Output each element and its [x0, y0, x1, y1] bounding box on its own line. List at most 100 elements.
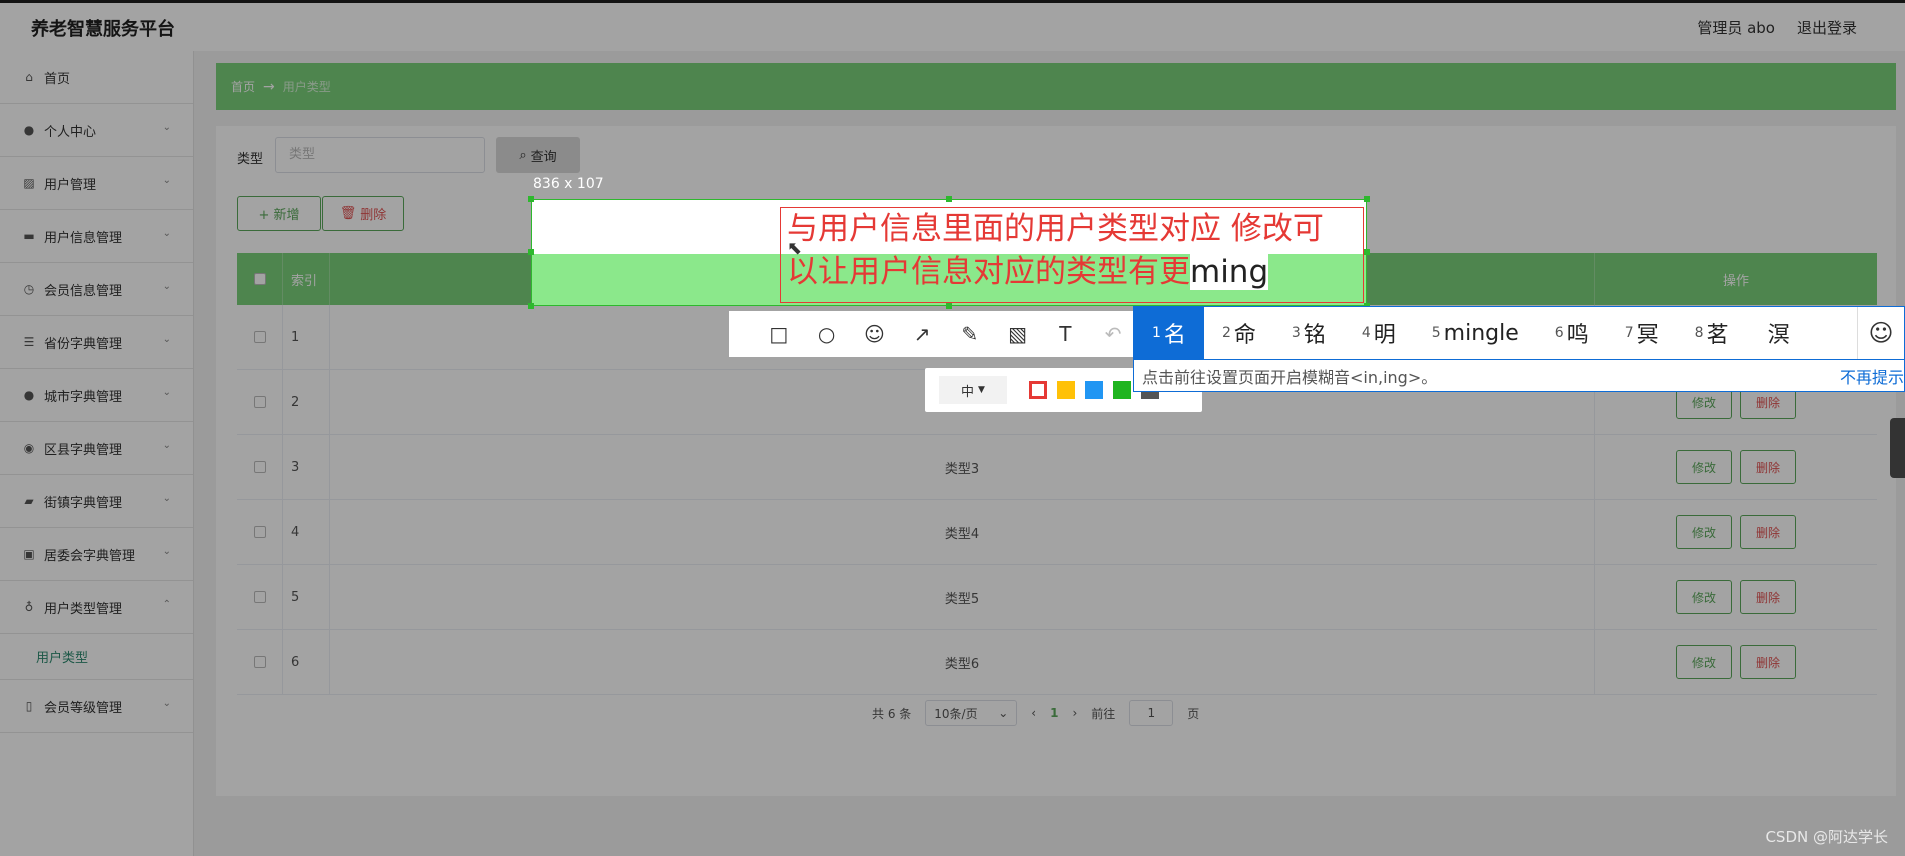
row-checkbox[interactable] [253, 656, 266, 668]
ime-candidate[interactable]: 4明 [1344, 307, 1414, 359]
resize-handle[interactable] [528, 303, 534, 309]
table-row: 3 类型3 修改 删除 [237, 435, 1877, 500]
resize-handle[interactable] [946, 196, 952, 202]
top-header: 养老智慧服务平台 管理员 abo 退出登录 [0, 3, 1905, 48]
row-type: 类型4 [329, 500, 1594, 564]
page-number[interactable]: 1 [1050, 706, 1058, 720]
sidebar-item-committee[interactable]: ▣ 居委会字典管理 ⌄ [0, 528, 193, 581]
prev-page-icon[interactable]: ‹ [1031, 706, 1036, 720]
resize-handle[interactable] [1364, 249, 1370, 255]
color-swatch-green[interactable] [1113, 381, 1131, 399]
sidebar-item-member-level[interactable]: ▯ 会员等级管理 ⌄ [0, 680, 193, 733]
row-checkbox[interactable] [253, 591, 266, 603]
sidebar-item-province[interactable]: ☰ 省份字典管理 ⌄ [0, 316, 193, 369]
ime-hint-text[interactable]: 点击前往设置页面开启模糊音<in,ing>。 [1142, 364, 1437, 388]
arrow-right-icon: → [263, 78, 275, 95]
rectangle-tool-icon[interactable]: □ [755, 322, 803, 346]
table-row: 6 类型6 修改 删除 [237, 630, 1877, 695]
arrow-tool-icon[interactable]: ↗ [898, 322, 946, 346]
color-swatch-red[interactable] [1029, 381, 1047, 399]
font-size-value: 中 [961, 384, 975, 400]
sidebar-item-label: 城市字典管理 [44, 389, 123, 405]
edit-button[interactable]: 修改 [1676, 580, 1732, 614]
resize-handle[interactable] [1364, 196, 1370, 202]
row-delete-button[interactable]: 删除 [1740, 645, 1796, 679]
admin-user-label[interactable]: 管理员 abo [1697, 17, 1775, 38]
sidebar-item-district[interactable]: ◉ 区县字典管理 ⌄ [0, 422, 193, 475]
row-checkbox[interactable] [253, 396, 266, 408]
resize-handle[interactable] [528, 249, 534, 255]
ime-hint-bar: 点击前往设置页面开启模糊音<in,ing>。 不再提示 [1133, 360, 1905, 392]
candidate-text: 命 [1233, 323, 1256, 348]
font-size-select[interactable]: 中 ▼ [939, 376, 1007, 404]
next-page-icon[interactable]: › [1072, 706, 1077, 720]
side-panel-handle[interactable] [1890, 418, 1905, 478]
resize-handle[interactable] [946, 303, 952, 309]
row-checkbox[interactable] [253, 331, 266, 343]
edit-button[interactable]: 修改 [1676, 645, 1732, 679]
chevron-down-icon: ⌄ [162, 546, 171, 557]
ime-candidate[interactable]: 1名 [1134, 307, 1204, 359]
ime-candidate[interactable]: 3铭 [1274, 307, 1344, 359]
candidate-number: 4 [1361, 325, 1371, 341]
query-button[interactable]: ⌕ 查询 [496, 137, 580, 173]
candidate-text: 名 [1163, 323, 1186, 348]
type-search-input[interactable]: 类型 [275, 137, 485, 173]
edit-button[interactable]: 修改 [1676, 450, 1732, 484]
ime-candidate[interactable]: 6鸣 [1537, 307, 1607, 359]
row-checkbox[interactable] [253, 461, 266, 473]
page-size-value: 10条/页 [934, 706, 978, 721]
ime-candidate[interactable]: 7冥 [1607, 307, 1677, 359]
color-swatch-yellow[interactable] [1057, 381, 1075, 399]
sidebar-item-user-type[interactable]: ♁ 用户类型管理 ⌃ [0, 581, 193, 634]
ime-candidate[interactable]: 5 mingle [1414, 307, 1537, 359]
chevron-down-icon: ⌄ [162, 228, 171, 239]
row-delete-button[interactable]: 删除 [1740, 450, 1796, 484]
sidebar-item-users[interactable]: ▨ 用户管理 ⌄ [0, 157, 193, 210]
emoji-icon[interactable]: ☺ [1857, 307, 1904, 359]
sidebar-item-street[interactable]: ▰ 街镇字典管理 ⌄ [0, 475, 193, 528]
sidebar-item-city[interactable]: ● 城市字典管理 ⌄ [0, 369, 193, 422]
annotation-text-box[interactable]: 与用户信息里面的用户类型对应 修改可 以让用户信息对应的类型有更ming [780, 207, 1364, 303]
edit-button[interactable]: 修改 [1676, 515, 1732, 549]
text-tool-icon[interactable]: T [1042, 322, 1090, 346]
emoji-tool-icon[interactable]: ☺ [851, 322, 899, 346]
sidebar-item-home[interactable]: ⌂ 首页 [0, 51, 193, 104]
color-swatch-blue[interactable] [1085, 381, 1103, 399]
select-all-checkbox[interactable] [253, 273, 266, 285]
undo-icon[interactable]: ↶ [1089, 322, 1137, 346]
chevron-down-icon: ⌄ [162, 698, 171, 709]
table-row: 4 类型4 修改 删除 [237, 500, 1877, 565]
row-delete-button[interactable]: 删除 [1740, 515, 1796, 549]
sidebar-item-label: 区县字典管理 [44, 442, 123, 458]
ellipse-tool-icon[interactable]: ○ [803, 322, 851, 346]
chevron-down-icon: ⌄ [162, 440, 171, 451]
sidebar-subitem-user-type[interactable]: 用户类型 [0, 634, 193, 680]
ime-dismiss-link[interactable]: 不再提示 [1840, 364, 1904, 388]
ime-candidate[interactable]: 8茗 [1677, 307, 1747, 359]
sidebar-item-member-info[interactable]: ◷ 会员信息管理 ⌄ [0, 263, 193, 316]
sidebar-item-label: 省份字典管理 [44, 336, 123, 352]
sidebar-item-personal[interactable]: ● 个人中心 ⌄ [0, 104, 193, 157]
page-size-select[interactable]: 10条/页 ⌄ [925, 700, 1018, 726]
add-button[interactable]: + 新增 [237, 196, 321, 231]
query-button-label: 查询 [530, 149, 557, 165]
row-type: 类型3 [329, 435, 1594, 499]
ime-candidate[interactable]: 2命 [1204, 307, 1274, 359]
row-checkbox[interactable] [253, 526, 266, 538]
sidebar-item-user-info[interactable]: ▬ 用户信息管理 ⌄ [0, 210, 193, 263]
resize-handle[interactable] [528, 196, 534, 202]
logout-link[interactable]: 退出登录 [1797, 17, 1857, 38]
breadcrumb-home[interactable]: 首页 [231, 78, 255, 95]
goto-page-input[interactable]: 1 [1129, 700, 1174, 726]
monitor-icon: ▬ [23, 229, 35, 243]
chevron-down-icon: ⌄ [162, 387, 171, 398]
row-delete-button[interactable]: 删除 [1740, 580, 1796, 614]
ime-candidate-bar: 1名 2命 3铭 4明 5 mingle 6鸣 7冥 8茗 溟 ☺ [1133, 306, 1905, 360]
pen-tool-icon[interactable]: ✎ [946, 322, 994, 346]
mosaic-tool-icon[interactable]: ▧ [994, 322, 1042, 346]
goto-label: 前往 [1091, 706, 1116, 721]
mouse-cursor-icon: ⬉ [787, 238, 803, 259]
delete-button[interactable]: 🗑 删除 [322, 196, 404, 231]
ime-candidate[interactable]: 溟 [1747, 307, 1808, 359]
